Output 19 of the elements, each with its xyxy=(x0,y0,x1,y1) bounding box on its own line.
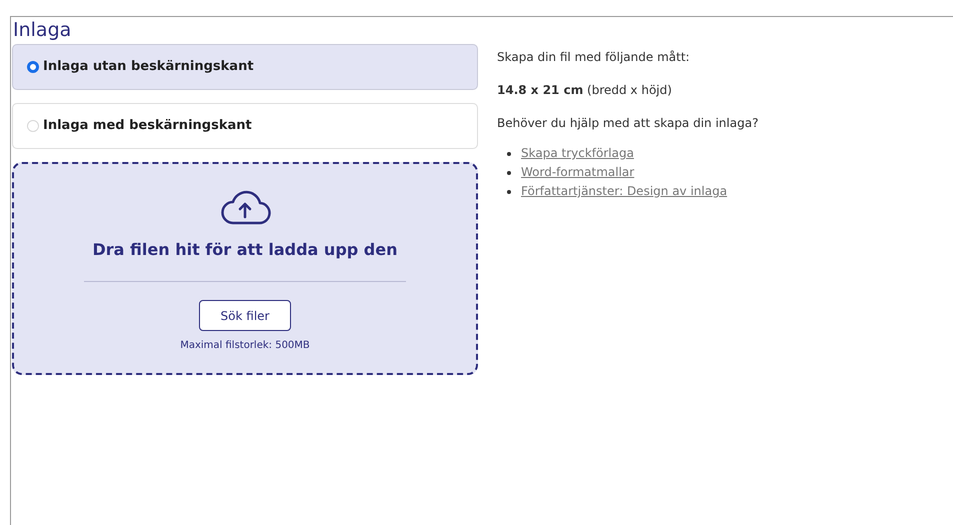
dropzone-heading: Dra filen hit för att ladda upp den xyxy=(92,239,398,261)
browse-files-button[interactable]: Sök filer xyxy=(199,300,291,331)
radio-option[interactable]: Inlaga med beskärningskant xyxy=(12,103,478,149)
radio-icon xyxy=(27,120,39,132)
bullet-icon xyxy=(507,170,511,174)
page-title: Inlaga xyxy=(13,18,72,43)
upload-dropzone[interactable]: Dra filen hit för att ladda upp den Sök filer Maximal filstorlek: 500MB xyxy=(12,162,478,375)
radio-option[interactable]: Inlaga utan beskärningskant xyxy=(12,44,478,90)
radio-icon xyxy=(27,61,39,73)
intro-text: Skapa din fil med följande mått: xyxy=(497,49,691,66)
help-link[interactable]: Skapa tryckförlaga xyxy=(521,144,634,163)
help-link[interactable]: Word-formatmallar xyxy=(521,163,634,182)
help-text: Behöver du hjälp med att skapa din inlaga? xyxy=(497,115,758,132)
max-file-size-note: Maximal filstorlek: 500MB xyxy=(180,339,310,353)
bullet-icon xyxy=(507,190,511,194)
bullet-icon xyxy=(507,152,511,156)
help-link[interactable]: Författartjänster: Design av inlaga xyxy=(521,182,728,201)
dimensions-text: 14.8 x 21 cm (bredd x höjd) xyxy=(497,82,673,99)
cloud-upload-icon xyxy=(219,190,271,226)
